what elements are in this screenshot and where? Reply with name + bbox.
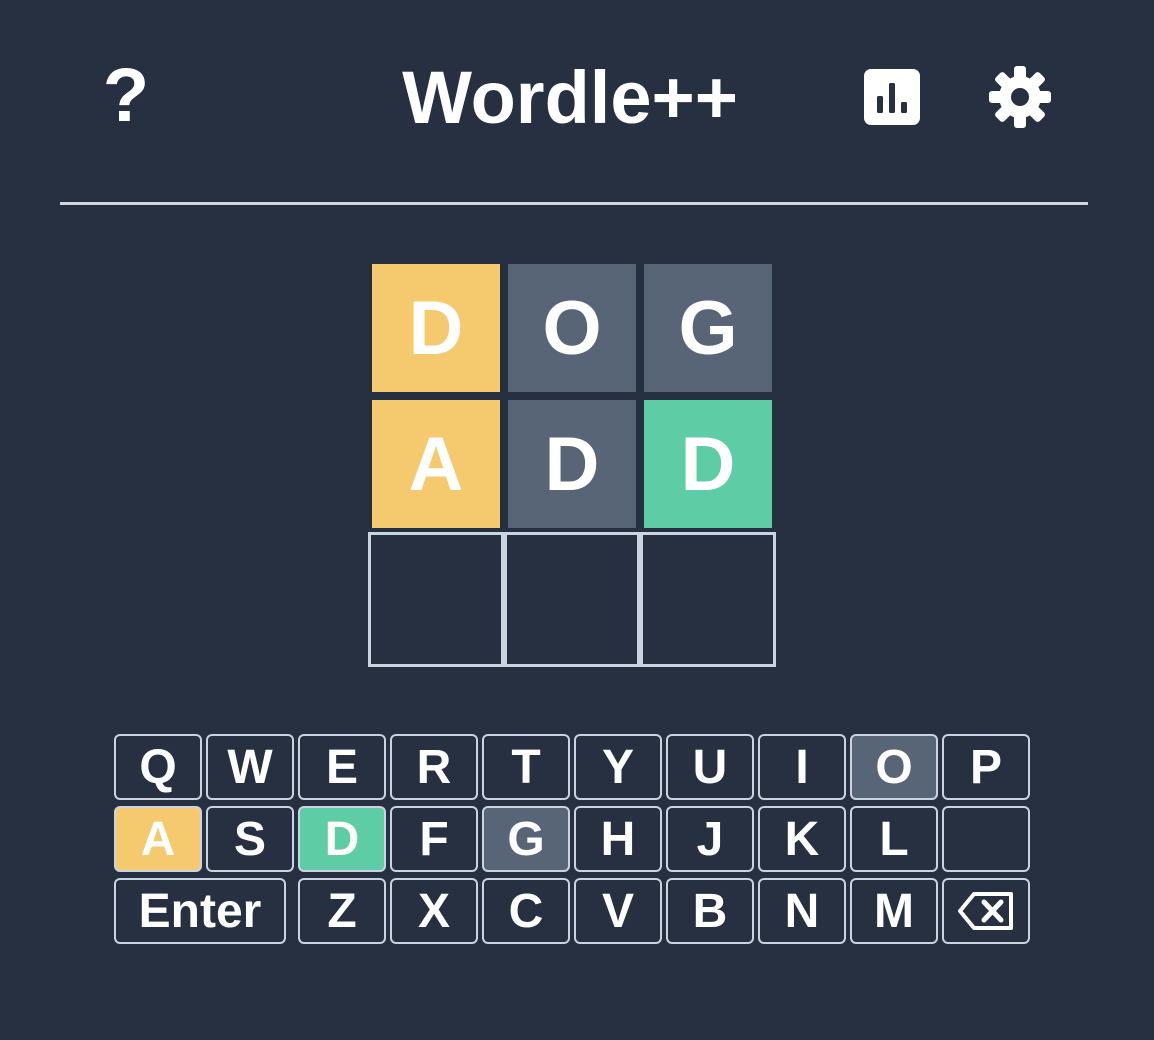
board-tile: D xyxy=(508,400,636,528)
board-tile: D xyxy=(644,400,772,528)
backspace-icon xyxy=(958,892,1013,930)
key[interactable]: K xyxy=(758,806,846,872)
key[interactable]: C xyxy=(482,878,570,944)
backspace-key[interactable] xyxy=(942,878,1030,944)
key[interactable]: F xyxy=(390,806,478,872)
key[interactable]: J xyxy=(666,806,754,872)
board-tile xyxy=(504,532,640,667)
key[interactable]: X xyxy=(390,878,478,944)
key[interactable]: M xyxy=(850,878,938,944)
key[interactable]: H xyxy=(574,806,662,872)
board-tile xyxy=(640,532,776,667)
page-title: Wordle++ xyxy=(402,56,738,139)
key[interactable]: W xyxy=(206,734,294,800)
key[interactable]: V xyxy=(574,878,662,944)
key[interactable]: O xyxy=(850,734,938,800)
board-tile: G xyxy=(644,264,772,392)
key[interactable]: Q xyxy=(114,734,202,800)
key[interactable]: R xyxy=(390,734,478,800)
key[interactable]: A xyxy=(114,806,202,872)
key[interactable]: G xyxy=(482,806,570,872)
gear-icon[interactable] xyxy=(988,65,1052,129)
board-tile xyxy=(368,532,504,667)
board-tile: D xyxy=(372,264,500,392)
board-tile: O xyxy=(508,264,636,392)
key[interactable] xyxy=(942,806,1030,872)
enter-key[interactable]: Enter xyxy=(114,878,286,944)
key[interactable]: Y xyxy=(574,734,662,800)
key[interactable]: Z xyxy=(298,878,386,944)
header: ? Wordle++ xyxy=(0,0,1154,200)
header-divider xyxy=(60,202,1088,205)
key[interactable]: L xyxy=(850,806,938,872)
key[interactable]: D xyxy=(298,806,386,872)
key[interactable]: U xyxy=(666,734,754,800)
key[interactable]: I xyxy=(758,734,846,800)
key[interactable]: B xyxy=(666,878,754,944)
key[interactable]: T xyxy=(482,734,570,800)
bar-chart-icon[interactable] xyxy=(864,69,920,125)
board-tile: A xyxy=(372,400,500,528)
key[interactable]: N xyxy=(758,878,846,944)
key[interactable]: S xyxy=(206,806,294,872)
key[interactable]: E xyxy=(298,734,386,800)
key[interactable]: P xyxy=(942,734,1030,800)
